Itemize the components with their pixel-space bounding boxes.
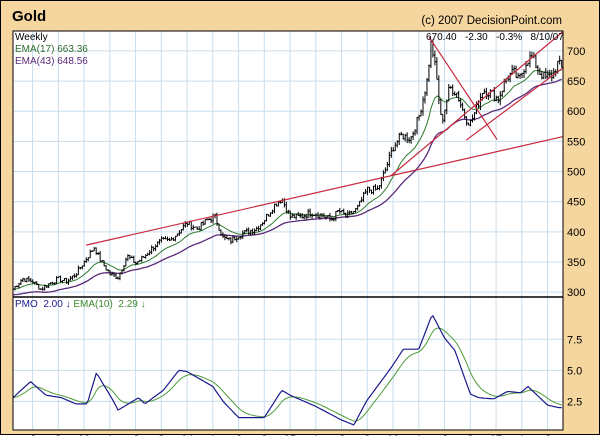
change-value: -2.30	[464, 32, 488, 43]
price-tick-label: 450	[567, 197, 585, 209]
price-tick-label: 600	[567, 106, 585, 118]
price-tick-label: 650	[567, 76, 585, 88]
period-label: Weekly	[15, 32, 48, 43]
pmo-tick-label: 7.5	[567, 334, 582, 346]
price-tick-label: 700	[567, 46, 585, 58]
pmo-ema-value: 2.29	[118, 299, 138, 310]
pmo-ema-label: EMA(10)	[73, 299, 113, 310]
price-tick-label: 550	[567, 136, 585, 148]
pmo-tick-label: 2.5	[567, 396, 582, 408]
pmo-label: PMO	[15, 299, 38, 310]
ema17-legend: EMA(17) 663.36	[15, 44, 88, 55]
last-close: 670.40	[426, 32, 457, 43]
pmo-legend: PMO 2.00 ↓ EMA(10) 2.29 ↓	[15, 299, 146, 310]
pmo-down-arrow-icon: ↓	[65, 299, 71, 310]
pmo-value: 2.00	[43, 299, 63, 310]
copyright-label: (c) 2007 DecisionPoint.com	[421, 15, 562, 27]
price-readout: 670.40 -2.30 -0.3% 8/10/07	[426, 32, 564, 43]
price-tick-label: 500	[567, 167, 585, 179]
chart-canvas: 3003504004505005506006507002.55.07.5JO03…	[12, 30, 585, 436]
price-tick-label: 350	[567, 257, 585, 269]
pmo-ema-down-arrow-icon: ↓	[140, 299, 146, 310]
ema43-legend: EMA(43) 648.56	[15, 56, 88, 67]
price-date: 8/10/07	[530, 32, 564, 43]
price-tick-label: 400	[567, 227, 585, 239]
chart-frame: 3003504004505005506006507002.55.07.5JO03…	[0, 0, 600, 436]
price-tick-label: 300	[567, 287, 585, 299]
change-percent: -0.3%	[496, 32, 523, 43]
pmo-tick-label: 5.0	[567, 365, 582, 377]
chart-title: Gold	[12, 8, 47, 25]
